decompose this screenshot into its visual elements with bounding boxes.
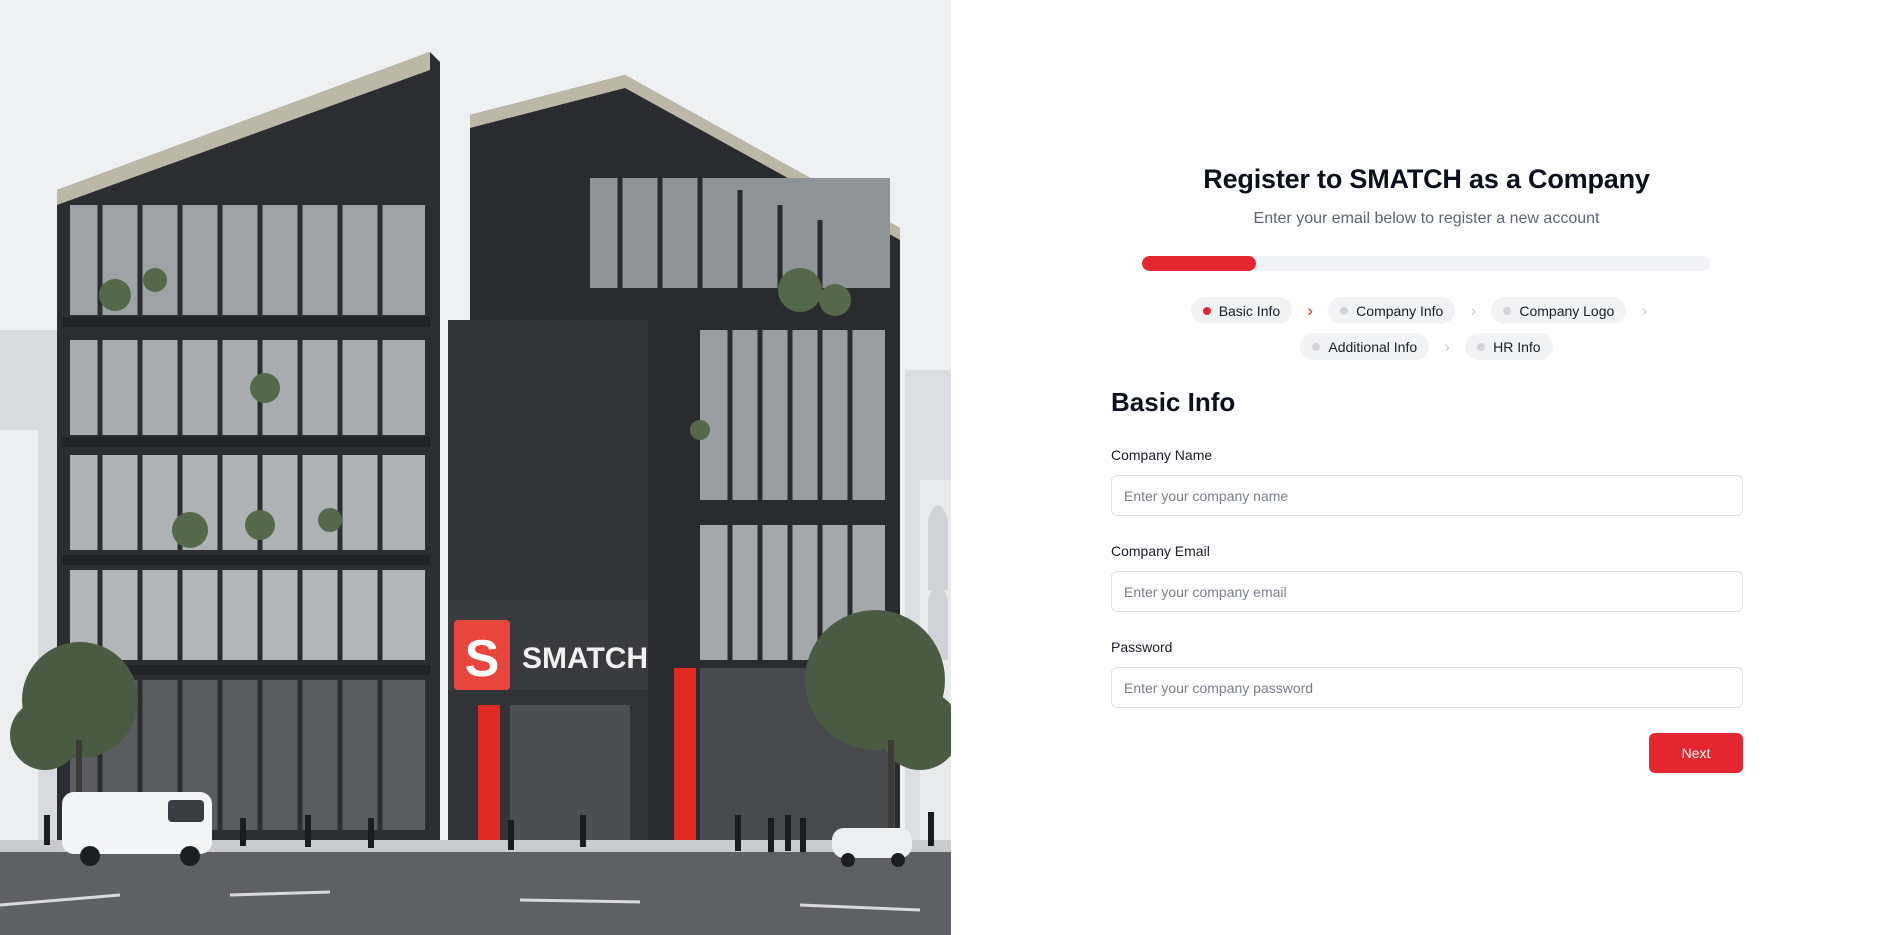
next-button[interactable]: Next: [1649, 733, 1743, 773]
page-subtitle: Enter your email below to register a new…: [1253, 210, 1600, 227]
step-company-logo[interactable]: Company Logo: [1491, 297, 1627, 324]
page-title: Register to SMATCH as a Company: [1203, 164, 1650, 194]
step-hr-info[interactable]: HR Info: [1465, 333, 1553, 360]
step-dot-icon: [1477, 342, 1486, 351]
stepper-row-2: Additional Info › HR Info: [951, 333, 1902, 360]
sign-logo-letter: S: [465, 630, 500, 688]
step-label: Company Logo: [1519, 302, 1615, 319]
progress-bar: [1142, 256, 1710, 271]
step-basic-info[interactable]: Basic Info: [1190, 297, 1293, 324]
chevron-right-icon: ›: [1470, 301, 1477, 320]
building-illustration: S SMATCH: [0, 0, 951, 935]
stepper-row-1: Basic Info › Company Info › Company Logo…: [951, 297, 1902, 324]
chevron-right-icon: ›: [1444, 337, 1450, 356]
step-active-dot-icon: [1202, 306, 1211, 315]
section-title: Basic Info: [1111, 387, 1236, 417]
company-email-label: Company Email: [1111, 543, 1210, 559]
step-label: HR Info: [1493, 338, 1541, 355]
chevron-right-icon: ›: [1307, 301, 1313, 320]
password-label: Password: [1111, 639, 1173, 655]
step-label: Additional Info: [1328, 338, 1418, 355]
hero-building-image: S SMATCH: [0, 0, 951, 935]
company-email-input[interactable]: [1111, 571, 1743, 612]
progress-fill: [1142, 256, 1256, 271]
step-label: Basic Info: [1218, 302, 1281, 319]
chevron-right-icon: ›: [1641, 301, 1648, 320]
register-page: S SMATCH Register to SMATCH as a Company…: [0, 0, 1902, 935]
step-label: Company Info: [1356, 302, 1444, 319]
step-dot-icon: [1503, 306, 1512, 315]
password-input[interactable]: [1111, 667, 1743, 708]
registration-panel: Register to SMATCH as a Company Enter yo…: [951, 0, 1902, 935]
step-dot-icon: [1312, 342, 1321, 351]
company-name-input[interactable]: [1111, 475, 1743, 516]
step-company-info[interactable]: Company Info: [1328, 297, 1456, 324]
company-name-label: Company Name: [1111, 447, 1213, 463]
step-dot-icon: [1340, 306, 1349, 315]
step-additional-info[interactable]: Additional Info: [1300, 333, 1430, 360]
sign-logo-text: SMATCH: [522, 642, 648, 675]
